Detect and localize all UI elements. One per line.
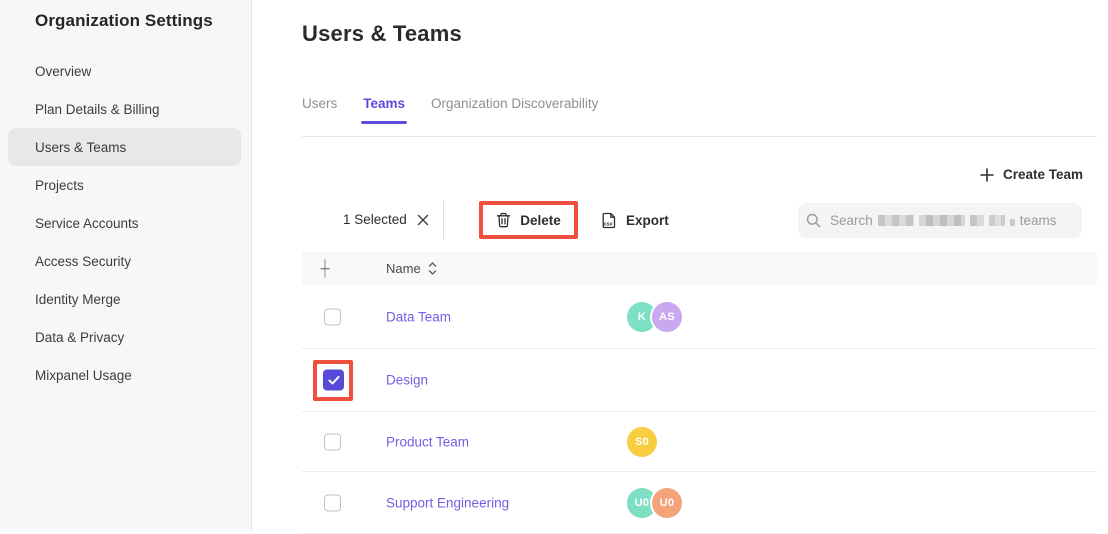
sidebar-item-identity-merge[interactable]: Identity Merge bbox=[8, 280, 241, 318]
sidebar-item-label: Data & Privacy bbox=[35, 330, 124, 345]
sidebar-item-mixpanel-usage[interactable]: Mixpanel Usage bbox=[8, 356, 241, 394]
selected-count-label: 1 Selected bbox=[343, 212, 407, 227]
delete-label: Delete bbox=[520, 213, 561, 228]
sidebar-item-label: Access Security bbox=[35, 254, 131, 269]
tabs-divider bbox=[302, 136, 1097, 137]
sidebar-title: Organization Settings bbox=[35, 11, 213, 31]
redacted-text bbox=[970, 215, 984, 226]
redacted-text bbox=[1010, 219, 1015, 226]
sidebar-item-plan-details-billing[interactable]: Plan Details & Billing bbox=[8, 90, 241, 128]
page-title: Users & Teams bbox=[302, 21, 462, 47]
redacted-text bbox=[919, 215, 965, 226]
trash-icon bbox=[496, 212, 511, 228]
avatar-group: KAS bbox=[627, 302, 682, 332]
select-all-checkbox[interactable] bbox=[324, 259, 326, 278]
table-body: Data Team KAS Design Product Team S0 Sup… bbox=[302, 285, 1097, 534]
svg-text:csv: csv bbox=[604, 221, 613, 227]
tab-label: Users bbox=[302, 96, 337, 111]
search-icon bbox=[806, 213, 821, 228]
sidebar-item-service-accounts[interactable]: Service Accounts bbox=[8, 204, 241, 242]
sidebar-item-label: Overview bbox=[35, 64, 91, 79]
sidebar-item-users-teams[interactable]: Users & Teams bbox=[8, 128, 241, 166]
sidebar-item-label: Users & Teams bbox=[35, 140, 126, 155]
search-input[interactable]: Search teams bbox=[798, 203, 1082, 238]
export-button[interactable]: csv Export bbox=[601, 210, 669, 230]
table-row: Data Team KAS bbox=[302, 285, 1097, 349]
redacted-text bbox=[878, 215, 914, 226]
tab-label: Teams bbox=[363, 96, 405, 111]
redacted-text bbox=[989, 215, 1005, 226]
clear-selection-icon[interactable] bbox=[416, 213, 430, 227]
toolbar-divider bbox=[443, 201, 444, 239]
avatar-group: U0U0 bbox=[627, 488, 682, 518]
delete-button[interactable]: Delete bbox=[479, 201, 578, 239]
table-header-row: Name bbox=[302, 252, 1097, 285]
export-label: Export bbox=[626, 213, 669, 228]
sidebar-item-label: Projects bbox=[35, 178, 84, 193]
column-header-name[interactable]: Name bbox=[386, 252, 437, 285]
tab-organization-discoverability[interactable]: Organization Discoverability bbox=[431, 96, 598, 124]
sidebar-item-label: Mixpanel Usage bbox=[35, 368, 132, 383]
row-checkbox[interactable] bbox=[324, 494, 341, 511]
sidebar-item-label: Service Accounts bbox=[35, 216, 139, 231]
plus-icon bbox=[980, 168, 994, 182]
table-row: Support Engineering U0U0 bbox=[302, 472, 1097, 534]
sidebar-item-label: Identity Merge bbox=[35, 292, 121, 307]
tab-bar: Users Teams Organization Discoverability bbox=[302, 96, 598, 124]
sidebar-item-access-security[interactable]: Access Security bbox=[8, 242, 241, 280]
sidebar-item-overview[interactable]: Overview bbox=[8, 52, 241, 90]
search-placeholder: Search teams bbox=[830, 213, 1057, 228]
tab-users[interactable]: Users bbox=[302, 96, 337, 124]
selection-summary: 1 Selected bbox=[343, 212, 430, 227]
sidebar-item-data-privacy[interactable]: Data & Privacy bbox=[8, 318, 241, 356]
sort-icon[interactable] bbox=[428, 262, 437, 275]
team-name-link[interactable]: Product Team bbox=[386, 434, 469, 449]
organization-settings-sidebar: Organization Settings Overview Plan Deta… bbox=[0, 0, 252, 531]
table-row: Design bbox=[302, 349, 1097, 412]
table-row: Product Team S0 bbox=[302, 412, 1097, 472]
team-name-link[interactable]: Support Engineering bbox=[386, 495, 509, 510]
create-team-button[interactable]: Create Team bbox=[980, 166, 1083, 183]
teams-table: Name Data Team KAS Design Product Team S… bbox=[302, 252, 1097, 534]
avatar: S0 bbox=[627, 427, 657, 457]
avatar-group: S0 bbox=[627, 427, 657, 457]
row-checkbox[interactable] bbox=[323, 370, 344, 391]
avatar: AS bbox=[652, 302, 682, 332]
row-checkbox[interactable] bbox=[324, 308, 341, 325]
team-name-link[interactable]: Data Team bbox=[386, 309, 451, 324]
sidebar-item-projects[interactable]: Projects bbox=[8, 166, 241, 204]
tab-teams[interactable]: Teams bbox=[363, 96, 405, 124]
csv-file-icon: csv bbox=[601, 212, 617, 229]
tab-label: Organization Discoverability bbox=[431, 96, 598, 111]
avatar: U0 bbox=[652, 488, 682, 518]
row-checkbox[interactable] bbox=[324, 433, 341, 450]
create-team-label: Create Team bbox=[1003, 167, 1083, 182]
sidebar-item-label: Plan Details & Billing bbox=[35, 102, 160, 117]
sidebar-nav: Overview Plan Details & Billing Users & … bbox=[0, 52, 251, 394]
team-name-link[interactable]: Design bbox=[386, 373, 428, 388]
